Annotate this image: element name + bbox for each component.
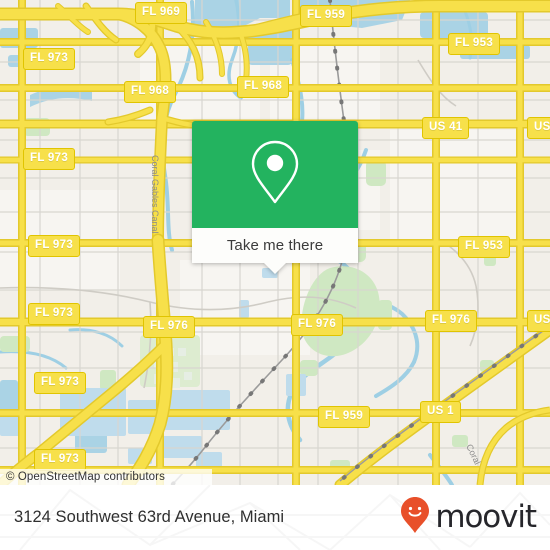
popup-pointer <box>264 263 286 274</box>
highway-shield-label: FL 973 <box>35 306 74 319</box>
highway-shield-label: FL 959 <box>307 8 346 21</box>
highway-shield: FL 976 <box>425 310 478 332</box>
highway-shield: FL 959 <box>318 406 371 428</box>
highway-shield: FL 973 <box>34 449 87 471</box>
highway-shield-label: FL 973 <box>41 375 80 388</box>
highway-shield: FL 973 <box>34 372 87 394</box>
highway-shield: US 3 <box>527 310 550 332</box>
highway-shield: FL 973 <box>28 303 81 325</box>
address-label: 3124 Southwest 63rd Avenue, Miami <box>14 485 284 550</box>
highway-shield-label: FL 973 <box>41 452 80 465</box>
osm-attribution[interactable]: © OpenStreetMap contributors <box>0 469 212 485</box>
map-popup[interactable]: Take me there <box>192 121 358 274</box>
highway-shield-label: FL 968 <box>244 79 283 92</box>
highway-shield-label: FL 976 <box>150 319 189 332</box>
map-pin-icon <box>249 138 301 211</box>
highway-shield: FL 973 <box>23 148 76 170</box>
osm-attribution-text: © OpenStreetMap contributors <box>6 471 165 483</box>
highway-shield-label: FL 976 <box>432 313 471 326</box>
highway-shield-label: FL 973 <box>35 238 74 251</box>
highway-shield: FL 973 <box>28 235 81 257</box>
highway-shield-label: FL 973 <box>30 151 69 164</box>
highway-shield-label: FL 973 <box>30 51 69 64</box>
highway-shield: US 1 <box>420 401 461 423</box>
highway-shield-label: FL 953 <box>455 36 494 49</box>
address-text: 3124 Southwest 63rd Avenue, Miami <box>14 508 285 526</box>
highway-shield: US 41 <box>422 117 470 139</box>
map-screenshot-root: Coral Gables Canal Coral FL 969 FL 959 FL … <box>0 0 550 550</box>
highway-shield: FL 976 <box>291 314 344 336</box>
moovit-logo[interactable]: moovit <box>400 485 537 550</box>
highway-shield-label: US 4 <box>534 120 550 133</box>
highway-shield-label: FL 968 <box>131 84 170 97</box>
highway-shield-label: FL 953 <box>465 239 504 252</box>
highway-shield: FL 953 <box>458 236 511 258</box>
take-me-there-label: Take me there <box>226 237 324 254</box>
moovit-pin-icon <box>400 496 430 539</box>
highway-shield: FL 953 <box>448 33 501 55</box>
highway-shield: FL 969 <box>135 2 188 24</box>
popup-header <box>192 121 358 228</box>
popup-footer[interactable]: Take me there <box>192 228 358 274</box>
highway-shield-label: FL 976 <box>298 317 337 330</box>
highway-shield: FL 968 <box>124 81 177 103</box>
moovit-wordmark: moovit <box>435 499 537 535</box>
highway-shield: US 4 <box>527 117 550 139</box>
highway-shield-label: FL 969 <box>142 5 181 18</box>
highway-shield: FL 976 <box>143 316 196 338</box>
highway-shield-label: US 1 <box>427 404 454 417</box>
highway-shield: FL 959 <box>300 5 353 27</box>
highway-shield-label: FL 959 <box>325 409 364 422</box>
bottom-info-bar: 3124 Southwest 63rd Avenue, Miami moovit <box>0 485 550 550</box>
highway-shield-label: US 41 <box>429 120 463 133</box>
highway-shield-label: US 3 <box>534 313 550 326</box>
highway-shield: FL 968 <box>237 76 290 98</box>
highway-shield: FL 973 <box>23 48 76 70</box>
